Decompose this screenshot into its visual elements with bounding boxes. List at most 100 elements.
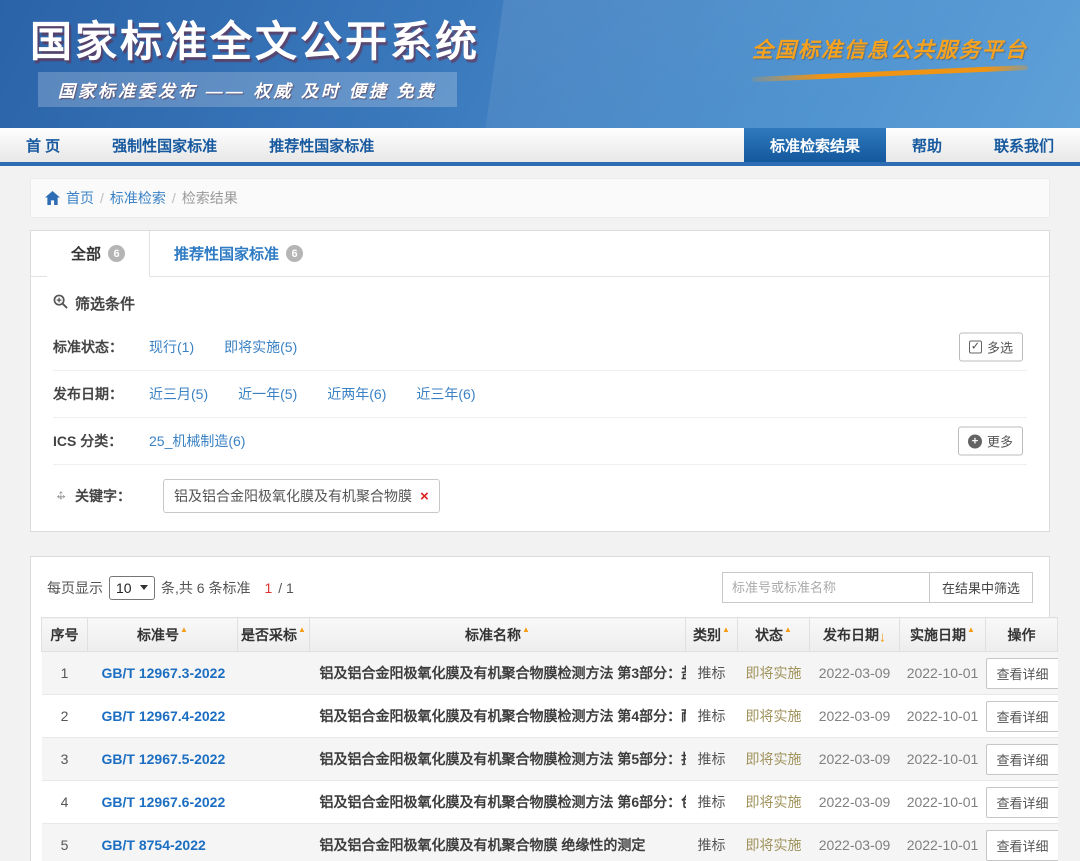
results-table: 序号 标准号▲ 是否采标▲ 标准名称▲ 类别▲ 状态▲ 发布日期↓ 实施日期▲ … (41, 617, 1058, 861)
col-adopted[interactable]: 是否采标▲ (238, 618, 310, 652)
standard-code-link[interactable]: GB/T 12967.4-2022 (88, 695, 238, 738)
table-row: 1 GB/T 12967.3-2022 铝及铝合金阳极氧化膜及有机聚合物膜检测方… (42, 652, 1058, 695)
results-panel: 每页显示 10 条,共 6 条标准 1 / 1 在结果中筛选 序号 标准号▲ 是… (30, 556, 1050, 861)
filter-in-results-button[interactable]: 在结果中筛选 (930, 572, 1033, 603)
nav-item-search-results[interactable]: 标准检索结果 (744, 128, 886, 162)
status-badge: 即将实施 (738, 695, 810, 738)
search-input[interactable] (722, 572, 930, 603)
multi-select-button[interactable]: ✓ 多选 (959, 333, 1023, 362)
col-action[interactable]: 操作 (986, 618, 1058, 652)
per-page-suffix: 条,共 6 条标准 (161, 578, 250, 598)
col-impldate[interactable]: 实施日期▲ (900, 618, 986, 652)
cell-category: 推标 (686, 695, 738, 738)
sort-asc-icon: ▲ (180, 625, 188, 634)
site-title: 国家标准全文公开系统 (30, 8, 480, 69)
standard-name: 铝及铝合金阳极氧化膜及有机聚合物膜 绝缘性的测定 (310, 824, 686, 861)
view-detail-button[interactable]: 查看详细 (986, 701, 1058, 732)
cell-impldate: 2022-10-01 (900, 781, 986, 824)
cell-seq: 3 (42, 738, 88, 781)
remove-keyword-icon[interactable]: × (420, 489, 429, 504)
cell-pubdate: 2022-03-09 (810, 738, 900, 781)
cell-impldate: 2022-10-01 (900, 695, 986, 738)
nav-item-help[interactable]: 帮助 (886, 128, 968, 162)
standard-code-link[interactable]: GB/T 12967.6-2022 (88, 781, 238, 824)
move-vertical-glyph: ↕ (53, 486, 69, 502)
checkbox-icon: ✓ (969, 341, 982, 354)
standard-code-link[interactable]: GB/T 12967.3-2022 (88, 652, 238, 695)
filter-pubdate-1year[interactable]: 近一年(5) (238, 384, 297, 404)
sort-asc-icon: ▲ (784, 625, 792, 634)
tab-all-count-badge: 6 (108, 245, 125, 262)
col-seq[interactable]: 序号 (42, 618, 88, 652)
status-badge: 即将实施 (738, 652, 810, 695)
col-code[interactable]: 标准号▲ (88, 618, 238, 652)
status-badge: 即将实施 (738, 738, 810, 781)
nav-left-group: 首 页 强制性国家标准 推荐性国家标准 (0, 128, 400, 162)
per-page-value: 10 (116, 580, 132, 596)
cell-action: 查看详细 (986, 652, 1058, 695)
col-action-label: 操作 (1008, 627, 1036, 643)
breadcrumb-home[interactable]: 首页 (66, 188, 94, 208)
tab-recommended[interactable]: 推荐性国家标准 6 (150, 231, 327, 276)
filter-ics-label: ICS 分类： (53, 431, 149, 451)
filter-status-current[interactable]: 现行(1) (149, 337, 194, 357)
col-name[interactable]: 标准名称▲ (310, 618, 686, 652)
cell-adopted (238, 652, 310, 695)
plus-circle-icon: + (968, 434, 982, 448)
view-detail-button[interactable]: 查看详细 (986, 744, 1058, 775)
cell-seq: 1 (42, 652, 88, 695)
nav-right-group: 标准检索结果 帮助 联系我们 (744, 128, 1080, 162)
filter-row-pubdate: 发布日期： 近三月(5) 近一年(5) 近两年(6) 近三年(6) (53, 370, 1027, 417)
cell-adopted (238, 824, 310, 861)
per-page-select[interactable]: 10 (109, 576, 155, 600)
sort-asc-icon: ▲ (722, 625, 730, 634)
col-pubdate[interactable]: 发布日期↓ (810, 618, 900, 652)
col-code-label: 标准号 (137, 627, 179, 643)
keyword-icon: ↔ ↕ (53, 488, 69, 504)
cell-action: 查看详细 (986, 738, 1058, 781)
cell-adopted (238, 695, 310, 738)
cell-seq: 4 (42, 781, 88, 824)
sort-asc-icon: ▲ (298, 625, 306, 634)
view-detail-button[interactable]: 查看详细 (986, 658, 1058, 689)
breadcrumb-search[interactable]: 标准检索 (110, 188, 166, 208)
standard-name: 铝及铝合金阳极氧化膜及有机聚合物膜检测方法 第5部分：抗... (310, 738, 686, 781)
more-button[interactable]: + 更多 (958, 427, 1023, 456)
cell-action: 查看详细 (986, 695, 1058, 738)
cell-category: 推标 (686, 824, 738, 861)
col-status[interactable]: 状态▲ (738, 618, 810, 652)
standard-code-link[interactable]: GB/T 8754-2022 (88, 824, 238, 861)
filter-panel: 全部 6 推荐性国家标准 6 筛选条件 标准状态： 现行(1) 即将实施(5) … (30, 230, 1050, 532)
cell-action: 查看详细 (986, 824, 1058, 861)
filter-conditions-title: 筛选条件 (31, 277, 1049, 324)
nav-item-contact[interactable]: 联系我们 (968, 128, 1080, 162)
nav-item-mandatory-standards[interactable]: 强制性国家标准 (86, 128, 243, 162)
view-detail-button[interactable]: 查看详细 (986, 830, 1058, 861)
nav-item-recommended-standards[interactable]: 推荐性国家标准 (243, 128, 400, 162)
table-row: 5 GB/T 8754-2022 铝及铝合金阳极氧化膜及有机聚合物膜 绝缘性的测… (42, 824, 1058, 861)
cell-category: 推标 (686, 652, 738, 695)
filter-pubdate-2years[interactable]: 近两年(6) (327, 384, 386, 404)
tab-recommended-count-badge: 6 (286, 245, 303, 262)
filter-status-upcoming[interactable]: 即将实施(5) (224, 337, 297, 357)
nav-item-home[interactable]: 首 页 (0, 128, 86, 162)
filter-ics-machinery[interactable]: 25_机械制造(6) (149, 431, 245, 451)
col-category[interactable]: 类别▲ (686, 618, 738, 652)
cell-impldate: 2022-10-01 (900, 652, 986, 695)
standard-code-link[interactable]: GB/T 12967.5-2022 (88, 738, 238, 781)
col-adopted-label: 是否采标 (241, 627, 297, 643)
keyword-label: 关键字： (75, 486, 163, 506)
platform-logo-text[interactable]: 全国标准信息公共服务平台 (752, 34, 1028, 76)
table-row: 3 GB/T 12967.5-2022 铝及铝合金阳极氧化膜及有机聚合物膜检测方… (42, 738, 1058, 781)
tab-recommended-label: 推荐性国家标准 (174, 243, 279, 264)
page-total: / 1 (278, 580, 294, 596)
view-detail-button[interactable]: 查看详细 (986, 787, 1058, 818)
filter-pubdate-3months[interactable]: 近三月(5) (149, 384, 208, 404)
site-banner: 国家标准全文公开系统 国家标准委发布 —— 权威 及时 便捷 免费 全国标准信息… (0, 0, 1080, 128)
more-label: 更多 (987, 432, 1013, 451)
keyword-tag: 铝及铝合金阳极氧化膜及有机聚合物膜 × (163, 479, 440, 513)
tab-all[interactable]: 全部 6 (47, 231, 150, 277)
cell-seq: 5 (42, 824, 88, 861)
per-page-prefix: 每页显示 (47, 578, 103, 598)
filter-pubdate-3years[interactable]: 近三年(6) (416, 384, 475, 404)
